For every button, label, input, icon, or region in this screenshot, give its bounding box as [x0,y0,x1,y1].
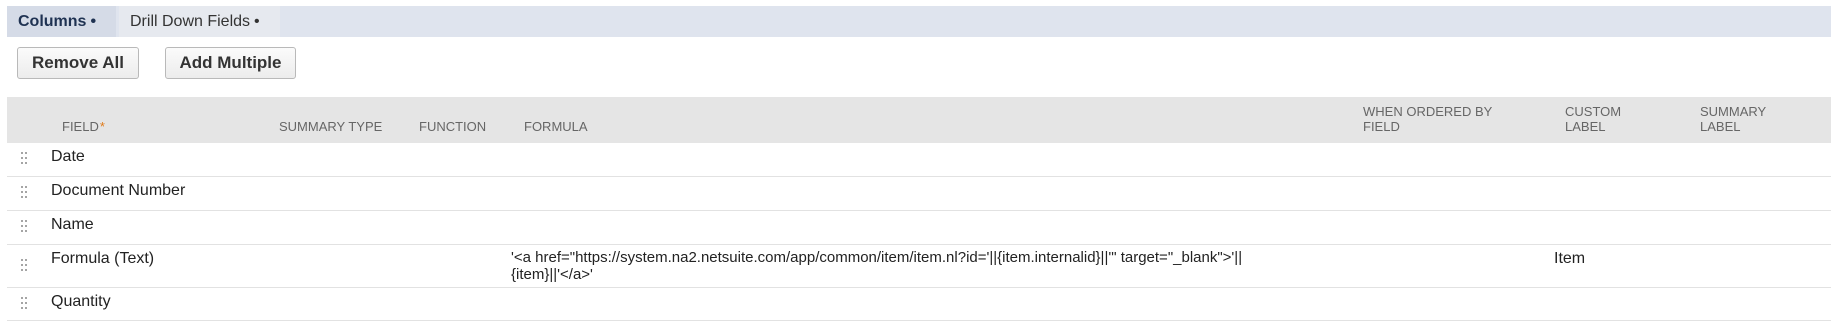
drag-handle-icon[interactable] [21,152,29,166]
tab-columns-indicator: • [90,13,97,30]
table-header: FIELD * SUMMARY TYPE FUNCTION FORMULA WHE… [7,97,1831,143]
column-header-field-label: FIELD [62,119,99,134]
table-row[interactable]: Formula (Text) '<a href="https://system.… [7,245,1831,288]
drag-handle-icon[interactable] [21,220,29,234]
remove-all-button[interactable]: Remove All [17,47,139,79]
drag-handle-icon[interactable] [21,186,29,200]
column-header-field[interactable]: FIELD * [62,97,105,143]
column-header-when-ordered-by-field[interactable]: WHEN ORDERED BY FIELD [1363,97,1523,143]
table-row[interactable]: Name [7,211,1831,245]
tab-columns-label: Columns [18,13,87,30]
row-field[interactable]: Date [51,147,85,166]
column-header-formula[interactable]: FORMULA [524,97,588,143]
row-field[interactable]: Document Number [51,181,185,200]
columns-table: FIELD * SUMMARY TYPE FUNCTION FORMULA WHE… [7,97,1831,321]
table-row[interactable]: Date [7,143,1831,177]
row-custom-label[interactable]: Item [1554,249,1585,268]
column-header-custom-label[interactable]: CUSTOM LABEL [1565,97,1655,143]
drag-handle-icon[interactable] [21,259,29,273]
row-formula[interactable]: '<a href="https://system.na2.netsuite.co… [511,249,1321,283]
row-field[interactable]: Quantity [51,292,111,311]
table-row[interactable]: Document Number [7,177,1831,211]
add-multiple-button[interactable]: Add Multiple [165,47,296,79]
tab-drill-down-label: Drill Down Fields [130,13,251,30]
tab-columns[interactable]: Columns • [7,6,116,37]
column-header-summary-label[interactable]: SUMMARY LABEL [1700,97,1790,143]
column-header-summary-type[interactable]: SUMMARY TYPE [279,97,389,143]
required-marker: * [99,119,105,134]
tab-drill-down-indicator: • [254,13,260,30]
subtab-bar: Columns • Drill Down Fields • [7,6,1831,37]
table-row[interactable]: Quantity [7,288,1831,321]
row-field[interactable]: Formula (Text) [51,249,154,268]
tab-drill-down-fields[interactable]: Drill Down Fields • [119,6,280,37]
column-header-function[interactable]: FUNCTION [419,97,486,143]
row-field[interactable]: Name [51,215,94,234]
drag-handle-icon[interactable] [21,297,29,311]
